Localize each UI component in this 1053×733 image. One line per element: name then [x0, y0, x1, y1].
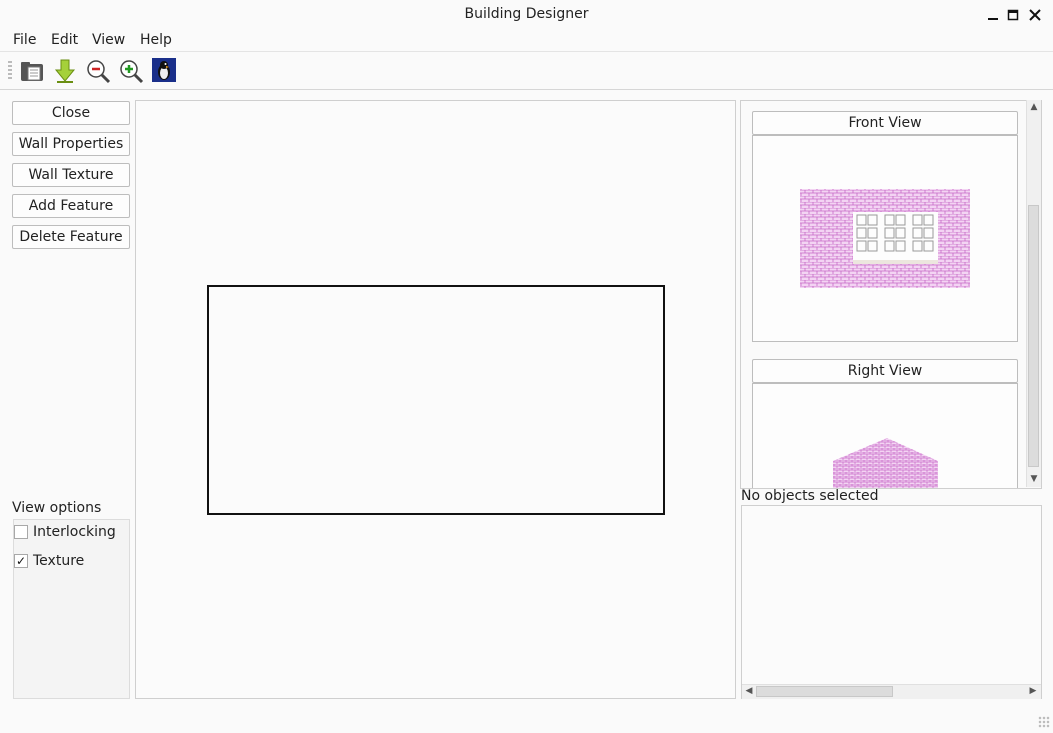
selection-status: No objects selected — [741, 488, 879, 504]
right-view-drawing — [833, 438, 938, 488]
menu-bar: File Edit View Help — [0, 30, 1053, 52]
building-outline[interactable] — [207, 285, 665, 515]
zoom-out-icon[interactable] — [85, 58, 111, 84]
wall-properties-button[interactable]: Wall Properties — [12, 132, 130, 156]
texture-label: Texture — [33, 553, 85, 569]
minimize-icon[interactable] — [984, 6, 1002, 24]
texture-checkbox[interactable]: ✓ — [14, 554, 28, 568]
penguin-icon[interactable] — [152, 58, 178, 84]
scroll-down-icon[interactable]: ▼ — [1027, 474, 1041, 484]
menu-file[interactable]: File — [13, 32, 36, 48]
interlocking-option[interactable]: Interlocking — [14, 522, 116, 542]
right-view-preview — [752, 383, 1018, 488]
menu-edit[interactable]: Edit — [51, 32, 78, 48]
menu-help[interactable]: Help — [140, 32, 172, 48]
download-icon[interactable] — [52, 58, 78, 84]
design-canvas[interactable] — [135, 100, 736, 699]
right-wall-gable — [833, 438, 938, 488]
toolbar-grip-icon[interactable] — [8, 61, 12, 81]
right-view-button[interactable]: Right View — [752, 359, 1018, 383]
menu-divider — [0, 51, 1053, 52]
zoom-in-icon[interactable] — [118, 58, 144, 84]
close-button[interactable]: Close — [12, 101, 130, 125]
open-folder-icon[interactable] — [19, 58, 45, 84]
properties-hscrollbar[interactable]: ◀ ▶ — [742, 684, 1041, 699]
interlocking-label: Interlocking — [33, 524, 116, 540]
preview-scrollbar[interactable]: ▲ ▼ — [1026, 100, 1041, 487]
preview-pane: Front View Right View — [740, 100, 1042, 489]
menu-view[interactable]: View — [92, 32, 125, 48]
properties-panel: ◀ ▶ — [741, 505, 1042, 699]
front-view-button[interactable]: Front View — [752, 111, 1018, 135]
toolbar-divider — [0, 89, 1053, 90]
texture-option[interactable]: ✓ Texture — [14, 551, 84, 571]
wall-texture-button[interactable]: Wall Texture — [12, 163, 130, 187]
add-feature-button[interactable]: Add Feature — [12, 194, 130, 218]
scroll-right-icon[interactable]: ▶ — [1026, 686, 1040, 696]
window-title: Building Designer — [464, 6, 589, 22]
scroll-up-icon[interactable]: ▲ — [1027, 102, 1041, 112]
title-bar: Building Designer — [0, 0, 1053, 30]
maximize-icon[interactable] — [1004, 6, 1022, 24]
view-options-panel: Interlocking ✓ Texture — [13, 519, 130, 699]
properties-scroll-thumb[interactable] — [756, 686, 893, 697]
front-view-drawing — [800, 189, 970, 288]
toolbar — [0, 53, 1053, 89]
delete-feature-button[interactable]: Delete Feature — [12, 225, 130, 249]
close-window-icon[interactable] — [1026, 6, 1044, 24]
view-options-label: View options — [12, 500, 102, 516]
interlocking-checkbox[interactable] — [14, 525, 28, 539]
front-view-preview — [752, 135, 1018, 342]
preview-scroll-thumb[interactable] — [1028, 205, 1039, 467]
window-sill — [853, 260, 938, 264]
scroll-left-icon[interactable]: ◀ — [742, 686, 756, 696]
resize-grip-icon[interactable] — [1038, 716, 1050, 728]
